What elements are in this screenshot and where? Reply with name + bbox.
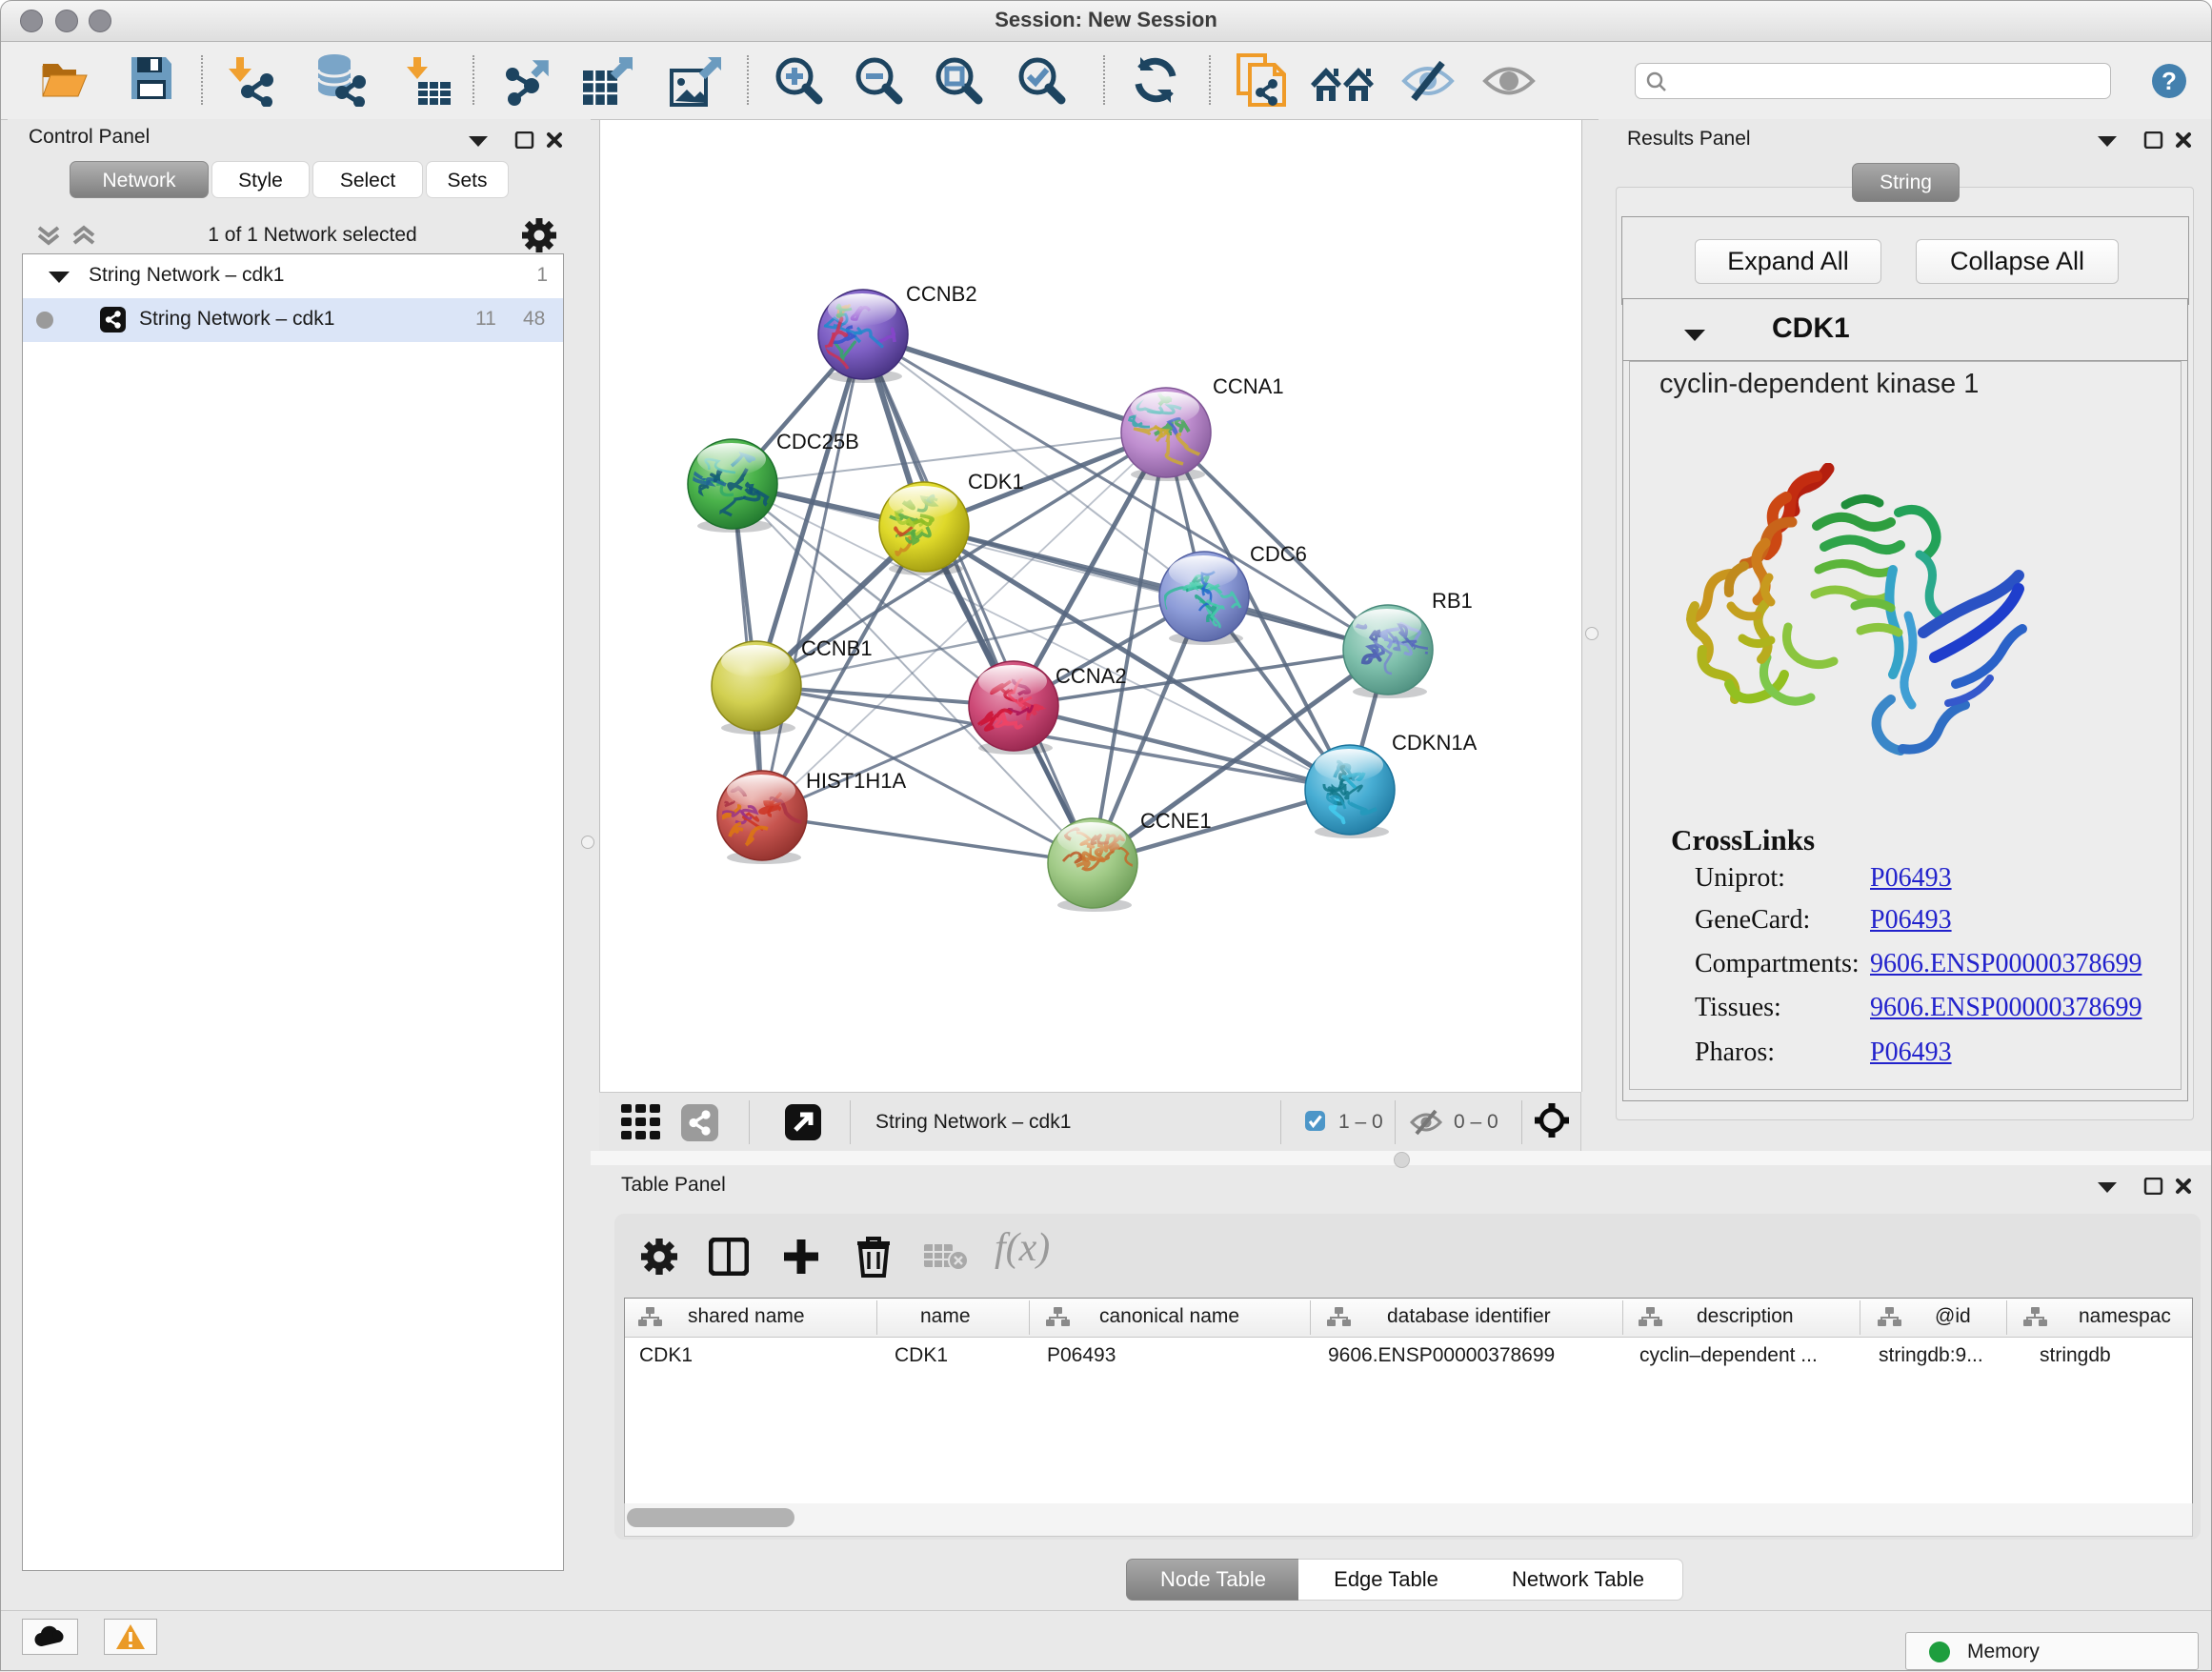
svg-text:CDKN1A: CDKN1A xyxy=(1392,731,1478,755)
svg-text:CDC25B: CDC25B xyxy=(776,430,859,453)
svg-text:CCNB2: CCNB2 xyxy=(906,282,977,306)
svg-text:RB1: RB1 xyxy=(1432,589,1473,613)
svg-text:CDC6: CDC6 xyxy=(1250,542,1307,566)
svg-text:CCNB1: CCNB1 xyxy=(801,636,873,660)
svg-text:HIST1H1A: HIST1H1A xyxy=(806,769,906,793)
svg-text:CCNA1: CCNA1 xyxy=(1213,374,1284,398)
svg-text:CDK1: CDK1 xyxy=(968,470,1024,494)
svg-text:?: ? xyxy=(2162,67,2177,95)
svg-text:CCNE1: CCNE1 xyxy=(1140,809,1212,833)
svg-text:CCNA2: CCNA2 xyxy=(1056,664,1127,688)
